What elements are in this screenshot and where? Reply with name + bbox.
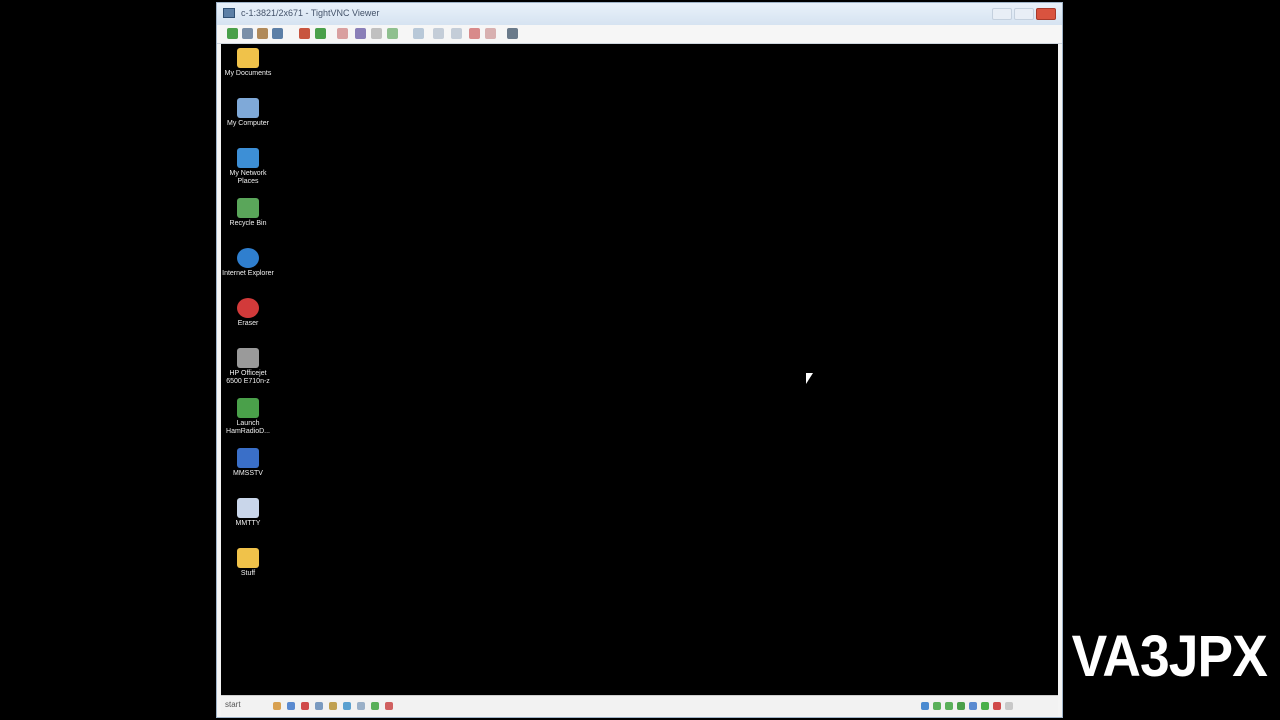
- quicklaunch-icon[interactable]: [385, 702, 393, 710]
- remote-desktop[interactable]: My Documents My Computer My Network Plac…: [221, 44, 1058, 695]
- desktop-icon-stuff[interactable]: Stuff: [221, 548, 275, 578]
- network-icon: [237, 148, 259, 168]
- watermark-callsign: VA3JPX: [1071, 624, 1268, 689]
- system-tray-icon[interactable]: [981, 702, 989, 710]
- remote-taskbar: start: [221, 695, 1058, 716]
- start-button[interactable]: start: [225, 700, 241, 709]
- ctrl-alt-del-icon[interactable]: [337, 28, 348, 39]
- desktop-icon-label: My Computer: [226, 120, 269, 127]
- ham-radio-icon: [237, 398, 259, 418]
- system-tray-icon[interactable]: [945, 702, 953, 710]
- minimize-button[interactable]: [992, 8, 1012, 20]
- windows-key-icon[interactable]: [387, 28, 398, 39]
- quicklaunch-icon[interactable]: [287, 702, 295, 710]
- alt-icon[interactable]: [371, 28, 382, 39]
- window-title: c-1:3821/2x671 - TightVNC Viewer: [241, 8, 380, 18]
- refresh-icon[interactable]: [315, 28, 326, 39]
- printer-icon: [237, 348, 259, 368]
- system-tray-icon[interactable]: [1005, 702, 1013, 710]
- mmsstv-icon: [237, 448, 259, 468]
- info-icon[interactable]: [272, 28, 283, 39]
- desktop-icon-label: Launch HamRadioD...: [226, 420, 270, 435]
- desktop-icon-label: My Network Places: [229, 170, 267, 185]
- desktop-icon-label: HP Officejet 6500 E710n-z: [226, 370, 270, 385]
- recycle-bin-icon: [237, 198, 259, 218]
- desktop-icon-label: Stuff: [240, 570, 256, 577]
- desktop-icon-label: MMSSTV: [233, 470, 263, 477]
- quicklaunch-icon[interactable]: [273, 702, 281, 710]
- pause-icon[interactable]: [299, 28, 310, 39]
- fullscreen-icon[interactable]: [507, 28, 518, 39]
- desktop-icon-mmtty[interactable]: MMTTY: [221, 498, 275, 528]
- save-icon[interactable]: [242, 28, 253, 39]
- zoom-in-icon[interactable]: [433, 28, 444, 39]
- desktop-icon-label: Recycle Bin: [229, 220, 267, 227]
- screen: c-1:3821/2x671 - TightVNC Viewer My Docu…: [0, 0, 1280, 720]
- quicklaunch-icon[interactable]: [357, 702, 365, 710]
- close-button[interactable]: [1036, 8, 1056, 20]
- maximize-button[interactable]: [1014, 8, 1034, 20]
- folder-documents-icon: [237, 48, 259, 68]
- eraser-icon: [237, 298, 259, 318]
- transfer-icon[interactable]: [413, 28, 424, 39]
- quicklaunch-icon[interactable]: [329, 702, 337, 710]
- mmtty-icon: [237, 498, 259, 518]
- system-tray-icon[interactable]: [957, 702, 965, 710]
- quicklaunch-icon[interactable]: [343, 702, 351, 710]
- zoom-100-icon[interactable]: [469, 28, 480, 39]
- desktop-icon-internet-explorer[interactable]: Internet Explorer: [221, 248, 275, 278]
- desktop-icon-label: My Documents: [224, 70, 272, 77]
- desktop-icon-label: MMTTY: [235, 520, 261, 527]
- desktop-icon-ham-radio[interactable]: Launch HamRadioD...: [221, 398, 275, 436]
- app-icon: [223, 8, 235, 18]
- desktop-icon-my-network-places[interactable]: My Network Places: [221, 148, 275, 186]
- desktop-icon-my-documents[interactable]: My Documents: [221, 48, 275, 78]
- new-connection-icon[interactable]: [227, 28, 238, 39]
- desktop-icon-hp-officejet[interactable]: HP Officejet 6500 E710n-z: [221, 348, 275, 386]
- system-tray-icon[interactable]: [969, 702, 977, 710]
- mouse-cursor-icon: [806, 373, 813, 384]
- desktop-icon-label: Eraser: [237, 320, 259, 327]
- title-bar[interactable]: c-1:3821/2x671 - TightVNC Viewer: [217, 3, 1062, 25]
- internet-explorer-icon: [237, 248, 259, 268]
- system-tray-icon[interactable]: [993, 702, 1001, 710]
- zoom-out-icon[interactable]: [451, 28, 462, 39]
- quicklaunch-icon[interactable]: [315, 702, 323, 710]
- system-tray-icon[interactable]: [933, 702, 941, 710]
- desktop-icon-my-computer[interactable]: My Computer: [221, 98, 275, 128]
- zoom-fit-icon[interactable]: [485, 28, 496, 39]
- quicklaunch-icon[interactable]: [371, 702, 379, 710]
- system-tray-icon[interactable]: [921, 702, 929, 710]
- desktop-icon-eraser[interactable]: Eraser: [221, 298, 275, 328]
- desktop-icon-recycle-bin[interactable]: Recycle Bin: [221, 198, 275, 228]
- options-icon[interactable]: [257, 28, 268, 39]
- folder-icon: [237, 548, 259, 568]
- vnc-viewer-window: c-1:3821/2x671 - TightVNC Viewer My Docu…: [216, 2, 1063, 718]
- toolbar: [217, 25, 1062, 44]
- computer-icon: [237, 98, 259, 118]
- desktop-icon-mmsstv[interactable]: MMSSTV: [221, 448, 275, 478]
- quicklaunch-icon[interactable]: [301, 702, 309, 710]
- desktop-icon-label: Internet Explorer: [222, 270, 274, 277]
- ctrl-icon[interactable]: [355, 28, 366, 39]
